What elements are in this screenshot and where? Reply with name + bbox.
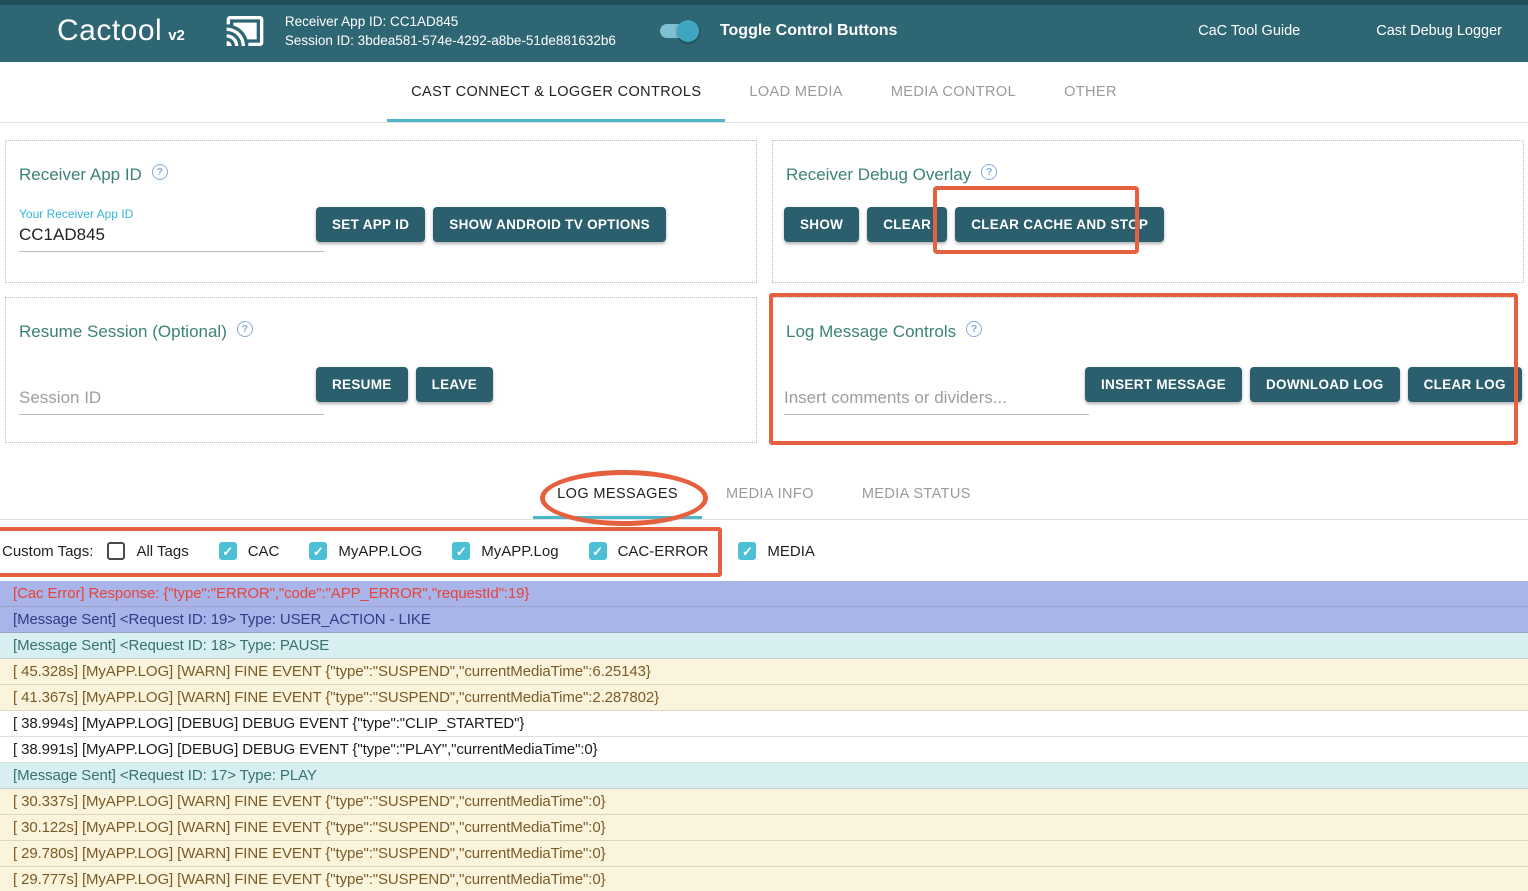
custom-tags-bar: Custom Tags: All Tags CAC MyAPP.LOG MyAP… bbox=[0, 521, 1528, 581]
receiver-app-id-text: Receiver App ID: CC1AD845 bbox=[285, 12, 616, 31]
checkbox-checked-icon[interactable] bbox=[219, 542, 237, 560]
log-message-list: [Cac Error] Response: {"type":"ERROR","c… bbox=[0, 581, 1528, 891]
receiver-app-id-buttons: SET APP ID SHOW ANDROID TV OPTIONS bbox=[316, 207, 666, 242]
header-top-strip bbox=[0, 0, 1528, 5]
cast-icon bbox=[221, 11, 269, 51]
log-row[interactable]: [ 30.337s] [MyAPP.LOG] [WARN] FINE EVENT… bbox=[0, 789, 1528, 815]
resume-session-title: Resume Session (Optional) bbox=[19, 322, 227, 342]
cac-tool-guide-link[interactable]: CaC Tool Guide bbox=[1198, 23, 1300, 39]
tag-option-myapp-log-mixed[interactable]: MyAPP.Log bbox=[452, 542, 558, 560]
insert-message-button[interactable]: INSERT MESSAGE bbox=[1085, 367, 1242, 402]
app-logo: Cactool v2 bbox=[57, 14, 185, 48]
tag-label: All Tags bbox=[136, 543, 188, 560]
debug-overlay-buttons: SHOW CLEAR CLEAR CACHE AND STOP bbox=[784, 207, 1164, 242]
checkbox-checked-icon[interactable] bbox=[738, 542, 756, 560]
cast-debug-logger-link[interactable]: Cast Debug Logger bbox=[1376, 23, 1502, 39]
tag-option-media[interactable]: MEDIA bbox=[738, 542, 815, 560]
session-id-text: Session ID: 3bdea581-574e-4292-a8be-51de… bbox=[285, 31, 616, 50]
help-icon[interactable]: ? bbox=[966, 321, 982, 337]
log-comment-field bbox=[784, 386, 1089, 415]
tab-cast-connect-logger-controls[interactable]: CAST CONNECT & LOGGER CONTROLS bbox=[387, 62, 725, 122]
log-row[interactable]: [ 41.367s] [MyAPP.LOG] [WARN] FINE EVENT… bbox=[0, 685, 1528, 711]
clear-button[interactable]: CLEAR bbox=[867, 207, 947, 242]
show-android-tv-options-button[interactable]: SHOW ANDROID TV OPTIONS bbox=[433, 207, 666, 242]
app-title: Cactool bbox=[57, 14, 162, 48]
set-app-id-button[interactable]: SET APP ID bbox=[316, 207, 425, 242]
tag-option-cac[interactable]: CAC bbox=[219, 542, 280, 560]
toggle-control-buttons-label: Toggle Control Buttons bbox=[720, 22, 897, 40]
custom-tags-label: Custom Tags: bbox=[2, 543, 93, 560]
help-icon[interactable]: ? bbox=[237, 321, 253, 337]
app-header: Cactool v2 Receiver App ID: CC1AD845 Ses… bbox=[0, 0, 1528, 62]
tab-load-media[interactable]: LOAD MEDIA bbox=[725, 62, 866, 122]
log-row[interactable]: [Cac Error] Response: {"type":"ERROR","c… bbox=[0, 581, 1528, 607]
session-info: Receiver App ID: CC1AD845 Session ID: 3b… bbox=[285, 12, 616, 50]
log-row[interactable]: [ 38.991s] [MyAPP.LOG] [DEBUG] DEBUG EVE… bbox=[0, 737, 1528, 763]
log-row[interactable]: [Message Sent] <Request ID: 17> Type: PL… bbox=[0, 763, 1528, 789]
app-version: v2 bbox=[168, 27, 185, 44]
log-row[interactable]: [Message Sent] <Request ID: 18> Type: PA… bbox=[0, 633, 1528, 659]
log-row[interactable]: [ 29.780s] [MyAPP.LOG] [WARN] FINE EVENT… bbox=[0, 841, 1528, 867]
log-message-controls-buttons: INSERT MESSAGE DOWNLOAD LOG CLEAR LOG bbox=[1085, 367, 1522, 402]
panel-receiver-app-id: Receiver App ID ? Your Receiver App ID S… bbox=[5, 140, 757, 283]
help-icon[interactable]: ? bbox=[981, 164, 997, 180]
tag-label: CAC-ERROR bbox=[618, 543, 709, 560]
tag-label: MyAPP.LOG bbox=[338, 543, 422, 560]
log-row[interactable]: [ 38.994s] [MyAPP.LOG] [DEBUG] DEBUG EVE… bbox=[0, 711, 1528, 737]
clear-log-button[interactable]: CLEAR LOG bbox=[1408, 367, 1522, 402]
show-button[interactable]: SHOW bbox=[784, 207, 859, 242]
panel-title-row: Receiver Debug Overlay ? bbox=[786, 165, 997, 185]
tag-option-all-tags[interactable]: All Tags bbox=[107, 542, 188, 560]
toggle-control-buttons-switch[interactable] bbox=[660, 24, 696, 38]
panel-title-row: Resume Session (Optional) ? bbox=[19, 322, 253, 342]
session-id-input[interactable] bbox=[19, 386, 324, 415]
tab-log-messages[interactable]: LOG MESSAGES bbox=[533, 470, 702, 519]
tag-option-cac-error[interactable]: CAC-ERROR bbox=[589, 542, 709, 560]
receiver-app-id-field-label: Your Receiver App ID bbox=[19, 207, 324, 221]
main-tab-bar: CAST CONNECT & LOGGER CONTROLS LOAD MEDI… bbox=[0, 62, 1528, 123]
panel-receiver-debug-overlay: Receiver Debug Overlay ? SHOW CLEAR CLEA… bbox=[772, 140, 1524, 283]
checkbox-unchecked-icon[interactable] bbox=[107, 542, 125, 560]
panel-title-row: Receiver App ID ? bbox=[19, 165, 168, 185]
panel-resume-session: Resume Session (Optional) ? RESUME LEAVE bbox=[5, 297, 757, 443]
log-row[interactable]: [ 45.328s] [MyAPP.LOG] [WARN] FINE EVENT… bbox=[0, 659, 1528, 685]
panel-log-message-controls: Log Message Controls ? INSERT MESSAGE DO… bbox=[772, 297, 1516, 443]
help-icon[interactable]: ? bbox=[152, 164, 168, 180]
leave-button[interactable]: LEAVE bbox=[416, 367, 494, 402]
toggle-knob[interactable] bbox=[677, 20, 699, 42]
tab-media-info[interactable]: MEDIA INFO bbox=[702, 470, 838, 519]
resume-session-buttons: RESUME LEAVE bbox=[316, 367, 493, 402]
receiver-app-id-field: Your Receiver App ID bbox=[19, 207, 324, 252]
tag-label: CAC bbox=[248, 543, 280, 560]
panel-title-row: Log Message Controls ? bbox=[786, 322, 982, 342]
clear-cache-and-stop-button[interactable]: CLEAR CACHE AND STOP bbox=[955, 207, 1164, 242]
cactool-app: Cactool v2 Receiver App ID: CC1AD845 Ses… bbox=[0, 0, 1528, 891]
checkbox-checked-icon[interactable] bbox=[589, 542, 607, 560]
tab-other[interactable]: OTHER bbox=[1040, 62, 1141, 122]
download-log-button[interactable]: DOWNLOAD LOG bbox=[1250, 367, 1400, 402]
checkbox-checked-icon[interactable] bbox=[309, 542, 327, 560]
tag-label: MEDIA bbox=[767, 543, 815, 560]
tab-media-status[interactable]: MEDIA STATUS bbox=[838, 470, 995, 519]
receiver-app-id-input[interactable] bbox=[19, 223, 324, 252]
log-comment-input[interactable] bbox=[784, 386, 1089, 415]
log-row[interactable]: [ 29.777s] [MyAPP.LOG] [WARN] FINE EVENT… bbox=[0, 867, 1528, 891]
tab-media-control[interactable]: MEDIA CONTROL bbox=[867, 62, 1040, 122]
session-id-field bbox=[19, 386, 324, 415]
receiver-app-id-title: Receiver App ID bbox=[19, 165, 142, 185]
log-row[interactable]: [Message Sent] <Request ID: 19> Type: US… bbox=[0, 607, 1528, 633]
resume-button[interactable]: RESUME bbox=[316, 367, 408, 402]
log-tab-bar: LOG MESSAGES MEDIA INFO MEDIA STATUS bbox=[0, 470, 1528, 520]
receiver-debug-overlay-title: Receiver Debug Overlay bbox=[786, 165, 971, 185]
tag-label: MyAPP.Log bbox=[481, 543, 558, 560]
checkbox-checked-icon[interactable] bbox=[452, 542, 470, 560]
tag-option-myapp-log-upper[interactable]: MyAPP.LOG bbox=[309, 542, 422, 560]
log-message-controls-title: Log Message Controls bbox=[786, 322, 956, 342]
log-row[interactable]: [ 30.122s] [MyAPP.LOG] [WARN] FINE EVENT… bbox=[0, 815, 1528, 841]
